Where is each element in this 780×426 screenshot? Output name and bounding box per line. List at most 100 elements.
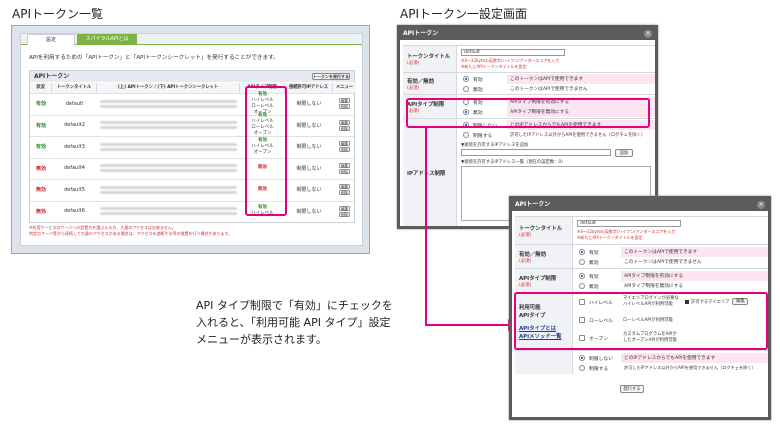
- menu-cell: 編集 削除: [333, 180, 356, 199]
- tab-settings[interactable]: 設定: [27, 34, 75, 45]
- option-label: ハイレベル: [589, 300, 613, 306]
- desc-line: したオープンAPIが利用可能: [623, 337, 677, 343]
- myarea-edit-button[interactable]: 編集: [732, 298, 749, 305]
- page-description: APIを利用するための「APIトークン」と「APIトークンシークレット」を発行す…: [29, 55, 279, 61]
- ip-cell: 制限しない: [296, 144, 322, 150]
- token-cell: [100, 159, 237, 178]
- ip-cell: 制限しない: [296, 187, 322, 193]
- dialog2-valid-option-off[interactable]: 無効: [575, 257, 621, 267]
- dialog1-ip-desc-none: どのIPアドレスからでもAPIを使用できます: [507, 120, 655, 130]
- option-label: 無効: [473, 110, 483, 116]
- delete-button[interactable]: 削除: [339, 190, 350, 195]
- edit-button[interactable]: 編集: [339, 184, 350, 189]
- dialog2-valid-label-text: 有効／無効: [519, 251, 546, 258]
- option-label: 有効: [589, 250, 599, 256]
- ip-cell: 制限しない: [296, 208, 322, 215]
- edit-button[interactable]: 編集: [339, 162, 350, 168]
- dialog2-valid-label: 有効／無効 (必須): [515, 245, 573, 268]
- edit-button[interactable]: 編集: [339, 205, 350, 211]
- delete-button[interactable]: 削除: [339, 125, 350, 131]
- dialog1-token-title-input[interactable]: default: [461, 49, 565, 56]
- table-row: 無効 default6 有効 ハイレベル 制限しない 編集 削除: [30, 200, 354, 221]
- submit-button[interactable]: 発行する: [620, 385, 644, 393]
- title-cell: default6: [64, 208, 85, 214]
- dialog2-title: APIトークン: [512, 199, 768, 211]
- dialog1-required-3: (必須): [407, 108, 420, 114]
- note-line-2: 特定のサーバ等から接続して大量のアクセスがある場合は、アクセスを遮断する等の措置…: [29, 231, 233, 236]
- radio-icon: [579, 355, 585, 361]
- status-cell: 有効: [30, 116, 52, 135]
- secret-redacted: [100, 190, 237, 194]
- issue-token-button[interactable]: トークンを発行する: [312, 73, 350, 80]
- dialog2-ip-option-none[interactable]: 制限しない: [575, 353, 621, 363]
- dialog2-api-type-option-on[interactable]: 有効: [575, 271, 621, 281]
- token-cell: [100, 116, 237, 135]
- close-icon[interactable]: ×: [757, 201, 765, 209]
- table-row: 有効 default2 有効 ハイレベル ローレベル オープン 制限しない 編集 削除: [30, 113, 356, 136]
- delete-button[interactable]: 削除: [339, 211, 350, 217]
- radio-icon: [579, 273, 585, 279]
- token-redacted: [100, 99, 237, 103]
- explanation: API タイプ制限で「有効」にチェックを 入れると、「利用可能 API タイプ」…: [196, 297, 393, 348]
- dialog2-usable-label-2: APIタイプ: [519, 313, 546, 319]
- token-redacted: [100, 142, 237, 146]
- dialog1-valid-desc-off: このトークンはAPIで使用できません: [510, 87, 588, 92]
- menu-cell: 編集 削除: [333, 94, 356, 113]
- dialog2-valid-option-on[interactable]: 有効: [575, 247, 621, 257]
- explanation-line-3: メニューが表示されます。: [196, 333, 327, 346]
- dialog1-ip-add-button[interactable]: 追加: [615, 149, 633, 157]
- dialog2-required-2: (必須): [519, 258, 532, 264]
- right-caption: APIトークン一設定画面: [400, 7, 527, 21]
- dialog1-api-type-option-on[interactable]: 有効: [459, 97, 507, 107]
- api-method-link[interactable]: APIメソッド一覧: [519, 332, 572, 340]
- radio-icon: [463, 86, 469, 92]
- radio-icon: [463, 99, 469, 105]
- delete-button[interactable]: 削除: [339, 104, 350, 109]
- dialog1-valid-option-off[interactable]: 無効: [459, 84, 507, 94]
- radio-icon: [579, 259, 585, 265]
- tab-spiral-api[interactable]: スパイラルAPIとは: [77, 34, 137, 45]
- dialog1-api-type-option-off[interactable]: 無効: [459, 107, 507, 117]
- dialog2-ip-row: 制限しない どのIPアドレスからでもAPIを使用できます 制限する 許可したIP…: [515, 350, 768, 374]
- token-cell: [100, 180, 237, 199]
- title-cell: default2: [64, 122, 85, 128]
- dialog2-api-type-row: APIタイプ制限 (必須) 有効 APIタイプ制限を有効にする 無効 APIタイ…: [515, 268, 768, 292]
- radio-icon: [579, 283, 585, 289]
- edit-button[interactable]: 編集: [339, 141, 350, 146]
- col-menu: メニュー: [333, 83, 356, 93]
- dialog2-api-type-desc-off: APIタイプ制限を無効にする: [624, 284, 684, 289]
- option-label: 有効: [589, 274, 599, 280]
- left-caption: APIトークン一覧: [12, 7, 103, 21]
- dialog1-token-title-row: トークンタイトル (必須) default ※4～32byteの英数字/ハイフン…: [403, 45, 655, 72]
- edit-button[interactable]: 編集: [339, 98, 350, 103]
- menu-cell: 編集 削除: [333, 137, 356, 156]
- desc-line: カスタムプログラムをAPIが: [623, 332, 677, 337]
- dialog2-usable-high[interactable]: ハイレベル: [575, 297, 621, 307]
- token-dialog-2: APIトークン × トークンタイトル (必須) default ※4～32byt…: [509, 196, 771, 420]
- delete-button[interactable]: 削除: [339, 168, 350, 174]
- dialog1-valid-option-on[interactable]: 有効: [459, 74, 507, 84]
- radio-icon: [463, 109, 469, 115]
- dialog2-usable-open[interactable]: オープン: [575, 333, 621, 343]
- api-type-link[interactable]: APIタイプとは: [519, 324, 572, 332]
- dialog2-usable-low[interactable]: ローレベル: [575, 315, 621, 325]
- token-list-window: 設定 スパイラルAPIとは APIを利用するための「APIトークン」と「APIト…: [11, 25, 370, 254]
- table-title-text: APIトークン: [34, 73, 70, 80]
- dialog2-ip-option-limit[interactable]: 制限する: [575, 363, 621, 373]
- token-redacted: [100, 207, 237, 210]
- dialog1-api-type-desc-on: APIタイプ制限を有効にする: [507, 97, 655, 107]
- checkbox-icon[interactable]: [685, 299, 689, 304]
- desc-line: マイエリアログインが必要な: [623, 296, 679, 301]
- dialog2-token-title-input[interactable]: default: [577, 220, 681, 227]
- edit-button[interactable]: 編集: [339, 119, 350, 125]
- dialog2-api-type-option-off[interactable]: 無効: [575, 281, 621, 291]
- table-row: 有効 default 有効 ハイレベル ローレベル オープン 制限しない 編集 削除: [30, 92, 356, 115]
- dialog1-api-type-row: APIタイプ制限 (必須) 有効 APIタイプ制限を有効にする 無効 APIタイ…: [403, 94, 655, 118]
- token-redacted: [100, 121, 237, 124]
- delete-button[interactable]: 削除: [339, 147, 350, 152]
- ip-cell: 制限しない: [296, 165, 322, 172]
- secret-redacted: [100, 147, 237, 151]
- menu-cell: 編集 削除: [333, 116, 356, 135]
- status-badge: 有効: [35, 144, 46, 150]
- close-icon[interactable]: ×: [644, 30, 652, 38]
